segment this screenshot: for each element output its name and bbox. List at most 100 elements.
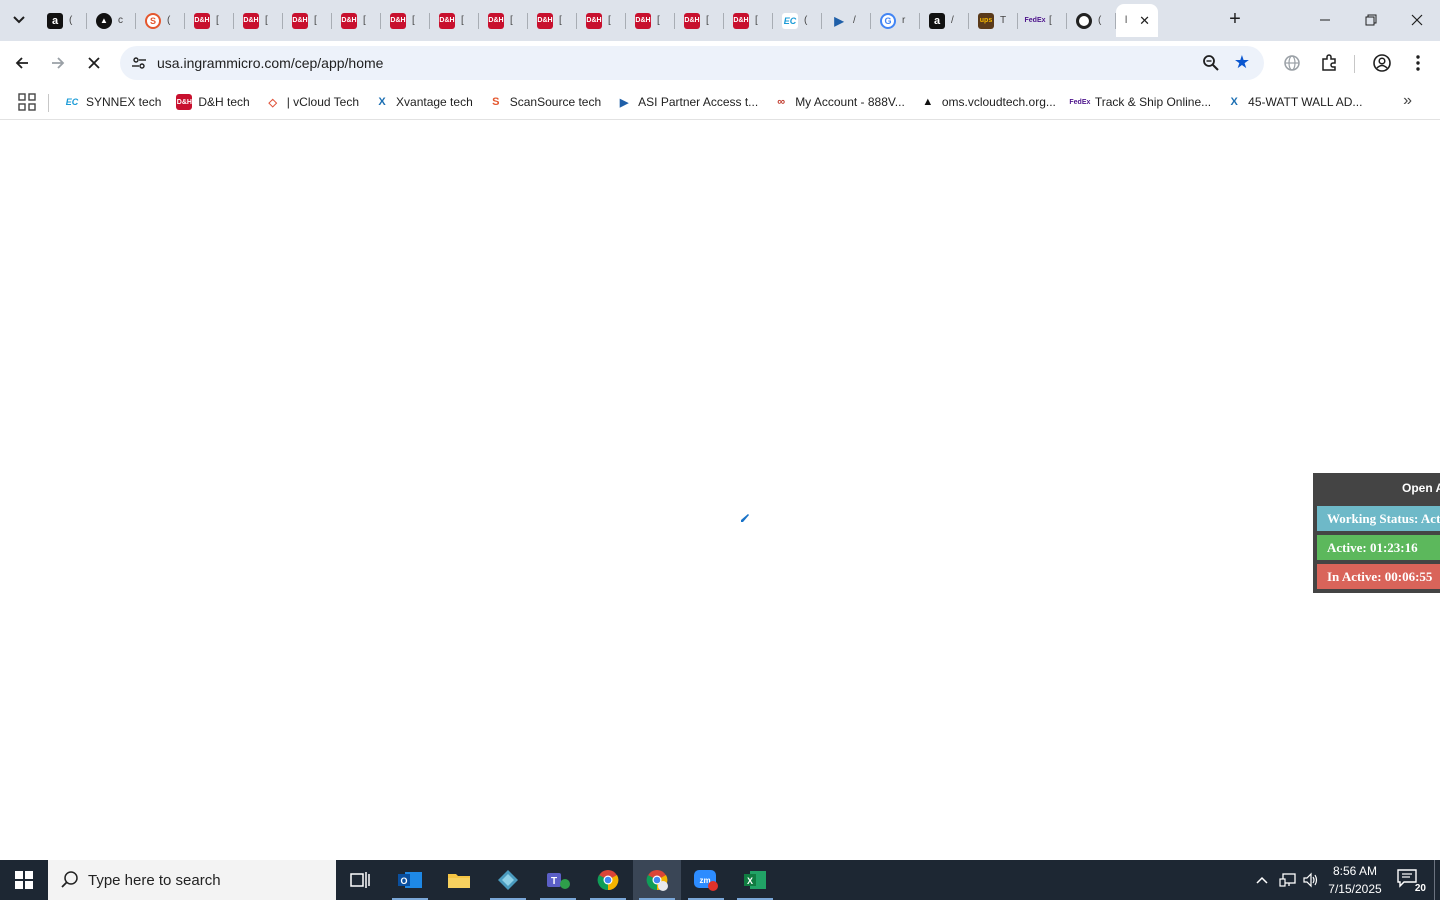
tab-title: c: [118, 15, 123, 26]
zoom-button[interactable]: [1202, 54, 1220, 77]
chrome-icon: [597, 870, 619, 891]
excel-button[interactable]: X: [731, 860, 779, 900]
open-app-button[interactable]: Open A: [1402, 481, 1440, 495]
windows-logo-icon: [15, 871, 33, 889]
bookmark-item[interactable]: ◇ | vCloud Tech: [263, 90, 363, 114]
google-icon: G: [880, 12, 896, 29]
tab-title: (: [804, 15, 808, 26]
browser-tab[interactable]: ups T: [969, 4, 1018, 37]
svg-text:O: O: [400, 876, 407, 886]
browser-tab[interactable]: D&H [: [381, 4, 430, 37]
forward-button[interactable]: [44, 49, 72, 77]
start-button[interactable]: [0, 860, 48, 900]
bookmark-star-button[interactable]: ★: [1234, 52, 1250, 73]
bookmark-label: ScanSource tech: [509, 95, 602, 109]
bookmark-item[interactable]: EC SYNNEX tech: [62, 90, 165, 114]
taskbar-search-box[interactable]: Type here to search: [48, 860, 336, 900]
tab-title: r: [902, 15, 906, 26]
bookmark-label: oms.vcloudtech.org...: [941, 95, 1056, 109]
notification-count: 20: [1414, 883, 1426, 894]
browser-tab[interactable]: D&H [: [185, 4, 234, 37]
svg-text:T: T: [551, 876, 557, 887]
tab-title: [: [559, 15, 562, 26]
dh-icon: D&H: [733, 12, 749, 29]
browser-tab[interactable]: D&H [: [724, 4, 773, 37]
status-panel: Open A Working Status: Active Active: 01…: [1313, 473, 1440, 593]
browser-tab[interactable]: D&H [: [234, 4, 283, 37]
network-button[interactable]: [1276, 860, 1300, 900]
browser-tab[interactable]: D&H [: [283, 4, 332, 37]
working-status: Working Status: Active: [1317, 506, 1440, 531]
inactive-time: In Active: 00:06:55: [1317, 564, 1440, 589]
active-time: Active: 01:23:16: [1317, 535, 1440, 560]
browser-tab[interactable]: a /: [920, 4, 969, 37]
browser-tab[interactable]: D&H [: [626, 4, 675, 37]
url-text[interactable]: usa.ingrammicro.com/cep/app/home: [157, 55, 383, 71]
browser-tab[interactable]: (: [1067, 4, 1116, 37]
bookmark-item[interactable]: S ScanSource tech: [486, 90, 605, 114]
bookmark-item[interactable]: ∞ My Account - 888V...: [771, 90, 909, 114]
bookmark-item[interactable]: ▲ oms.vcloudtech.org...: [918, 90, 1060, 114]
chrome-menu-button[interactable]: [1407, 52, 1429, 74]
bookmark-item[interactable]: ▶ ASI Partner Access t...: [614, 90, 762, 114]
translate-button[interactable]: [1281, 52, 1303, 74]
bookmark-item[interactable]: D&H D&H tech: [174, 90, 253, 114]
browser-tab[interactable]: D&H [: [577, 4, 626, 37]
task-view-button[interactable]: [336, 860, 384, 900]
diamond-app-button[interactable]: [484, 860, 532, 900]
volume-icon: [1303, 872, 1318, 888]
bookmark-item[interactable]: FedEx Track & Ship Online...: [1069, 90, 1215, 114]
active-browser-tab[interactable]: l ✕: [1116, 4, 1158, 37]
chrome-button[interactable]: [584, 860, 632, 900]
browser-tab[interactable]: FedEx[: [1018, 4, 1067, 37]
browser-tab[interactable]: D&H [: [332, 4, 381, 37]
zoom-app-button[interactable]: zm: [682, 860, 730, 900]
close-window-button[interactable]: [1394, 0, 1440, 40]
tune-icon: [132, 57, 146, 69]
stop-loading-button[interactable]: [80, 49, 108, 77]
browser-tab[interactable]: ▲ c: [87, 4, 136, 37]
tab-title: [: [412, 15, 415, 26]
xvantage-icon: X: [378, 96, 386, 108]
bookmarks-overflow-button[interactable]: »: [1403, 92, 1412, 110]
profile-button[interactable]: [1371, 52, 1393, 74]
bookmark-item[interactable]: X 45-WATT WALL AD...: [1224, 90, 1366, 114]
bookmark-label: SYNNEX tech: [86, 95, 162, 109]
address-bar[interactable]: usa.ingrammicro.com/cep/app/home ★: [120, 46, 1264, 80]
new-tab-button[interactable]: +: [1223, 8, 1247, 32]
close-tab-button[interactable]: ✕: [1139, 13, 1150, 29]
apps-button[interactable]: [18, 93, 36, 111]
back-button[interactable]: [8, 49, 36, 77]
browser-tab[interactable]: a(: [38, 4, 87, 37]
file-explorer-button[interactable]: [435, 860, 483, 900]
teams-button[interactable]: T: [534, 860, 582, 900]
minimize-button[interactable]: [1302, 0, 1348, 40]
taskbar-clock[interactable]: 8:56 AM 7/15/2025: [1320, 862, 1390, 898]
browser-tab[interactable]: D&H [: [528, 4, 577, 37]
dh-icon: D&H: [635, 12, 651, 29]
show-hidden-icons-button[interactable]: [1252, 860, 1272, 900]
browser-tab[interactable]: ▶ /: [822, 4, 871, 37]
dh-icon: D&H: [243, 12, 259, 29]
browser-tab[interactable]: EC (: [773, 4, 822, 37]
bookmark-item[interactable]: X Xvantage tech: [372, 90, 477, 114]
bookmark-label: D&H tech: [198, 95, 250, 109]
browser-tab[interactable]: Gr: [871, 4, 920, 37]
notification-center-button[interactable]: 20: [1396, 868, 1426, 894]
chrome-profile-button[interactable]: [633, 860, 681, 900]
taskbar: Type here to search O T zm X 8:56 AM 7/1…: [0, 860, 1440, 900]
outlook-icon: O: [398, 872, 422, 888]
outlook-button[interactable]: O: [386, 860, 434, 900]
browser-tab[interactable]: D&H [: [430, 4, 479, 37]
tab-search-button[interactable]: [6, 7, 32, 33]
site-info-button[interactable]: [129, 53, 149, 73]
extensions-button[interactable]: [1318, 52, 1340, 74]
browser-tab[interactable]: S(: [136, 4, 185, 37]
restore-button[interactable]: [1348, 0, 1394, 40]
show-desktop-button[interactable]: [1434, 860, 1435, 900]
browser-tab[interactable]: D&H [: [675, 4, 724, 37]
zoom-icon: zm: [694, 870, 718, 891]
chrome-profile-icon: [646, 870, 668, 891]
volume-button[interactable]: [1300, 860, 1322, 900]
browser-tab[interactable]: D&H [: [479, 4, 528, 37]
